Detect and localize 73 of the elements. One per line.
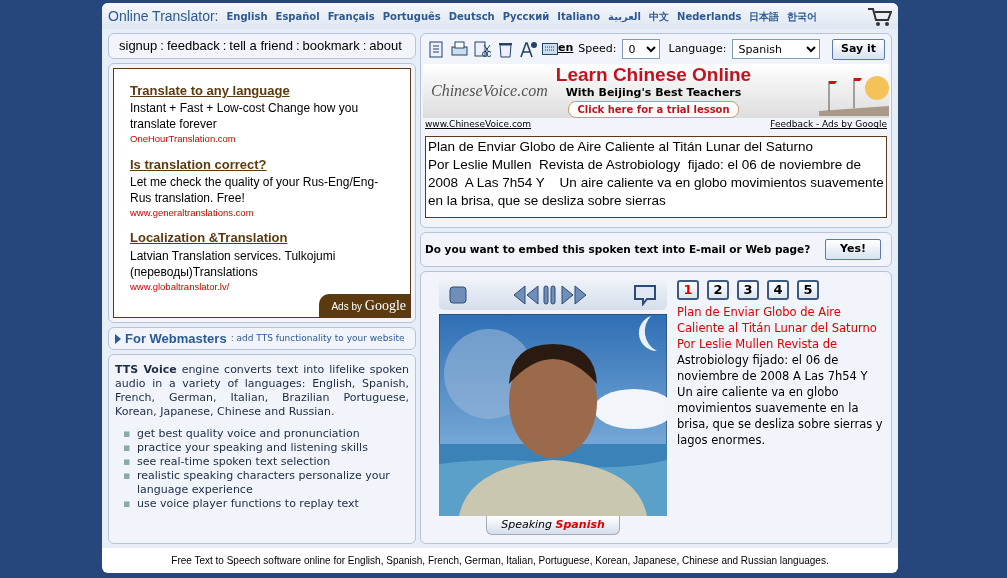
page-button[interactable]: 2 (707, 279, 729, 300)
yes-button[interactable]: Yes! (825, 239, 881, 260)
speed-select[interactable]: 0 (621, 39, 660, 60)
scissors-icon[interactable] (473, 40, 491, 59)
feature-item: use voice player functions to replay text (137, 497, 359, 512)
ads-by-google-badge[interactable]: Ads by Google (319, 293, 410, 317)
text-input[interactable]: Plan de Enviar Globo de Aire Caliente al Titán Lunar del Saturno Por Leslie Mullen Revista de Astrobiology fijado: el 06 de noviembre de 2008 A Las 7h54 Y Un aire caliente va en globo movimientos suavemente en la brisa, que se desliza sobre sierras (425, 135, 887, 218)
link-separator: : (362, 38, 367, 54)
top-link[interactable]: about (369, 38, 402, 54)
bullet-mark: ▪ (123, 455, 132, 470)
page-button[interactable]: 5 (797, 279, 819, 300)
webmasters-header[interactable]: For Webmasters : add TTS functionality to your website (108, 326, 416, 351)
language-link[interactable]: 中文 (649, 8, 670, 24)
ad-title[interactable]: Translate to any language (130, 80, 290, 101)
triangle-icon (115, 333, 121, 344)
feature-item: get best quality voice and pronunciation (137, 427, 360, 442)
rewind-icon[interactable] (513, 284, 539, 305)
bullet-mark: ▪ (123, 497, 132, 512)
language-link[interactable]: Español (275, 8, 320, 24)
ad-url[interactable]: www.globaltranslator.lv/ (130, 279, 396, 295)
language-link[interactable]: Français (327, 8, 375, 24)
ad-url[interactable]: www.generaltranslations.com (130, 206, 396, 221)
ad-text: Instant + Fast + Low-cost Change how you translate forever (130, 100, 360, 133)
language-link[interactable]: العربية (608, 8, 642, 24)
top-link[interactable]: feedback (166, 38, 220, 54)
trash-icon[interactable] (496, 40, 514, 59)
say-it-button[interactable]: Say it (831, 39, 885, 60)
page-button[interactable]: 3 (737, 279, 759, 300)
language-link[interactable]: Nederlands (677, 8, 742, 24)
top-link[interactable]: bookmark (302, 38, 360, 54)
pause-icon[interactable] (543, 284, 557, 305)
language-select[interactable]: Spanish (731, 39, 820, 60)
link-separator: : (295, 38, 300, 54)
bullet-mark: ▪ (123, 441, 132, 456)
banner-link[interactable]: www.ChineseVoice.com (425, 118, 532, 132)
spoken-text: Plan de Enviar Globo de Aire Caliente al Titán Lunar del Saturno Por Leslie Mullen Revista de Astrobiology fijado: el 06 de noviembre de 2008 A Las 7h54 Y Un aire caliente va en globo movimientos suavemente en la brisa, que se desliza sobre sierras y lagos enormes. (677, 303, 883, 448)
feature-item: practice your speaking and listening skills (137, 441, 368, 456)
printer-icon[interactable] (450, 40, 468, 59)
site-title: Online Translator: (108, 6, 219, 26)
ad-text: Let me check the quality of your Rus-Eng/Eng-Rus translation. Free! (130, 174, 380, 207)
language-link[interactable]: 日本語 (749, 8, 780, 24)
link-separator: : (160, 38, 164, 54)
language-link[interactable]: Italiano (557, 8, 601, 24)
bullet-mark: ▪ (123, 427, 132, 442)
cart-icon[interactable] (866, 5, 892, 28)
feature-item: see real-time spoken text selection (137, 455, 331, 470)
fast-forward-icon[interactable] (561, 284, 587, 305)
top-link[interactable]: tell a friend (229, 38, 293, 54)
description-text: TTS Voice engine converts text into lifelike spoken audio in a variety of languages: English, Spanish, French, German, Italian, Brazilian Portuguese, Korean, Japanese, Chinese and Russian. (115, 363, 409, 420)
language-link[interactable]: 한국어 (787, 8, 818, 24)
ad-title[interactable]: Is translation correct? (130, 154, 267, 175)
page-button[interactable]: 4 (767, 279, 789, 300)
ad-title[interactable]: Localization &Translation (130, 228, 288, 248)
language-label: Language: (668, 41, 727, 58)
document-icon[interactable] (427, 40, 445, 59)
speed-label: Speed: (578, 41, 617, 58)
bullet-mark: ▪ (123, 469, 132, 485)
language-link[interactable]: Русский (502, 8, 550, 24)
ad-banner[interactable]: ChineseVoice.com Learn Chinese Online With Beijing's Best Teachers Click here for a trial lesson (423, 64, 889, 119)
ad-text: Latvian Translation services. Tulkojumi (переводы)Translations (130, 247, 337, 280)
ads-feedback-link[interactable]: Feedback - Ads by Google (770, 118, 887, 132)
language-link[interactable]: Deutsch (448, 8, 495, 24)
page-button[interactable]: 1 (677, 279, 699, 300)
speaking-caption: Speaking Spanish (486, 515, 620, 536)
top-link[interactable]: signup (119, 38, 158, 54)
font-size-icon[interactable] (519, 40, 537, 59)
language-link[interactable]: Português (382, 8, 441, 24)
embed-question: Do you want to embed this spoken text into E-mail or Web page? (425, 241, 811, 257)
language-link[interactable]: English (226, 8, 268, 24)
footer-text: Free Text to Speech software online for English, Spanish, French, German, Italian, Portuguese, Korean, Japanese, Chinese and Russian languages. (171, 554, 829, 569)
stop-icon[interactable] (449, 285, 467, 304)
ad-url[interactable]: OneHourTranslation.com (130, 132, 396, 147)
link-separator: : (222, 38, 227, 54)
